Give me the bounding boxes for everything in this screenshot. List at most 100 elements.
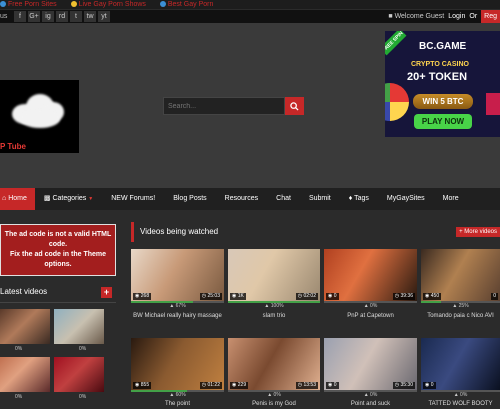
nav-home[interactable]: ⌂ Home — [0, 188, 35, 210]
latest-thumb[interactable] — [54, 309, 104, 344]
views-count: ◉ 0 — [326, 382, 339, 389]
sidebar-ad-error: The ad code is not a valid HTML code. Fi… — [0, 224, 116, 276]
social-icons: f G+ ig rd t tw yt — [14, 11, 110, 22]
nav-more[interactable]: More — [434, 188, 468, 210]
nav-mygaysites[interactable]: MyGaySites — [378, 188, 434, 210]
duration: ◷ 39:36 — [392, 293, 415, 300]
follow-label: us — [0, 13, 8, 20]
logo-text: P Tube — [0, 142, 26, 151]
top-link-1[interactable]: Free Porn Sites — [8, 1, 57, 8]
ad-win-badge: WIN 5 BTC — [413, 94, 473, 109]
search-button[interactable] — [285, 97, 304, 115]
globe-icon — [0, 1, 6, 8]
top-links-strip: Free Porn Sites Live Gay Porn Shows Best… — [0, 0, 500, 9]
section-heading: Videos being watched + More videos — [131, 222, 500, 242]
nav-blog-posts[interactable]: Blog Posts — [164, 188, 215, 210]
views-count: ◉ 0 — [423, 382, 436, 389]
views-count: ◉ 0 — [326, 293, 339, 300]
video-title[interactable]: Penis is my God — [228, 401, 320, 407]
social-bar: us f G+ ig rd t tw yt ■ Welcome Guest Lo… — [0, 10, 500, 23]
nav-submit[interactable]: Submit — [300, 188, 340, 210]
duration: ◷ 01:22 — [199, 382, 222, 389]
ad-error-line1: The ad code is not a valid HTML — [4, 231, 112, 238]
nav-categories[interactable]: ▩ Categories ▼ — [35, 188, 102, 210]
video-thumb[interactable]: ◉ 268 ◷ 25:03 — [131, 249, 224, 301]
site-logo[interactable]: P Tube — [0, 80, 79, 153]
video-title[interactable]: slam trio — [228, 313, 320, 319]
latest-rating: 0% — [79, 346, 87, 352]
account-links: ■ Welcome Guest Login Or Reg — [388, 10, 500, 23]
banner-ad[interactable]: FREE SPIN BC.GAME CRYPTO CASINO 20+ TOKE… — [385, 31, 500, 137]
chevron-down-icon: ▼ — [88, 196, 94, 202]
video-title[interactable]: Point and suck — [324, 401, 417, 407]
video-thumb[interactable]: ◉ 450 0 — [421, 249, 500, 301]
video-rating: ▲ 67% — [169, 303, 186, 309]
duration: ◷ 02:02 — [295, 293, 318, 300]
views-count: ◉ 855 — [133, 382, 152, 389]
divider — [0, 302, 116, 303]
video-thumb[interactable]: ◉ 229 ◷ 13:53 — [228, 338, 320, 390]
video-rating: ▲ 60% — [169, 392, 186, 398]
views-count: ◉ 268 — [133, 293, 152, 300]
welcome-guest: ■ Welcome Guest — [388, 13, 445, 20]
ad-play-button[interactable]: PLAY NOW — [414, 114, 472, 129]
latest-rating: 0% — [15, 394, 23, 400]
video-rating: ▲ 0% — [453, 392, 468, 398]
nav-forums[interactable]: NEW Forums! — [102, 188, 164, 210]
video-title[interactable]: TATTED WOLF BOOTY — [421, 401, 500, 407]
latest-rating: 0% — [15, 346, 23, 352]
video-title[interactable]: Tomando paia c Nico AVI — [421, 313, 500, 319]
globe-icon — [159, 1, 166, 8]
views-count: ◉ 1K — [230, 293, 246, 300]
video-rating: ▲ 100% — [264, 303, 284, 309]
main-nav: ⌂ Home ▩ Categories ▼ NEW Forums! Blog Po… — [0, 188, 500, 210]
latest-more-button[interactable]: + — [101, 287, 112, 298]
duration: ◷ 25:03 — [199, 293, 222, 300]
duration: 0 — [491, 293, 498, 300]
smoke-cloud-icon — [4, 90, 68, 130]
video-title[interactable]: BW Michael really hairy massage — [131, 313, 224, 319]
youtube-icon[interactable]: yt — [98, 11, 110, 22]
ad-line1: CRYPTO CASINO — [411, 61, 469, 68]
google-plus-icon[interactable]: G+ — [28, 11, 40, 22]
tumblr-icon[interactable]: t — [70, 11, 82, 22]
ad-error-line4: options. — [44, 261, 72, 268]
video-rating: ▲ 0% — [363, 303, 378, 309]
ad-brand: BC.GAME — [419, 41, 467, 52]
search-input[interactable] — [163, 97, 285, 115]
video-thumb[interactable]: ◉ 1K ◷ 02:02 — [228, 249, 320, 301]
twitter-icon[interactable]: tw — [84, 11, 96, 22]
video-title[interactable]: The point — [131, 401, 224, 407]
nav-tags[interactable]: ♦ Tags — [340, 188, 378, 210]
top-link-2[interactable]: Live Gay Porn Shows — [79, 1, 146, 8]
or-text: Or — [469, 13, 478, 20]
video-title[interactable]: PnP at Capetown — [324, 313, 417, 319]
wheel-icon — [385, 83, 409, 121]
video-thumb[interactable]: ◉ 855 ◷ 01:22 — [131, 338, 224, 390]
duration: ◷ 13:53 — [295, 382, 318, 389]
instagram-icon[interactable]: ig — [42, 11, 54, 22]
video-thumb[interactable]: ◉ 0 — [421, 338, 500, 390]
latest-rating: 0% — [79, 394, 87, 400]
ad-error-line3: Fix the ad code in the Theme — [9, 251, 107, 258]
latest-thumb[interactable] — [54, 357, 104, 392]
video-thumb[interactable]: ◉ 0 ◷ 39:36 — [324, 249, 417, 301]
nav-resources[interactable]: Resources — [216, 188, 267, 210]
ad-line2: 20+ TOKEN — [407, 71, 468, 83]
views-count: ◉ 450 — [423, 293, 442, 300]
facebook-icon[interactable]: f — [14, 11, 26, 22]
trophy-icon — [70, 1, 77, 8]
gift-box-icon — [486, 93, 500, 115]
latest-thumb[interactable] — [0, 309, 50, 344]
latest-thumb[interactable] — [0, 357, 50, 392]
register-link[interactable]: Reg — [481, 10, 500, 23]
nav-chat[interactable]: Chat — [267, 188, 300, 210]
login-link[interactable]: Login — [448, 10, 465, 23]
section-title: Videos being watched — [140, 227, 219, 236]
search-form — [163, 97, 304, 115]
top-link-3[interactable]: Best Gay Porn — [168, 1, 214, 8]
video-thumb[interactable]: ◉ 0 ◷ 35:30 — [324, 338, 417, 390]
more-videos-button[interactable]: + More videos — [456, 227, 500, 237]
video-rating: ▲ 0% — [267, 392, 281, 398]
reddit-icon[interactable]: rd — [56, 11, 68, 22]
